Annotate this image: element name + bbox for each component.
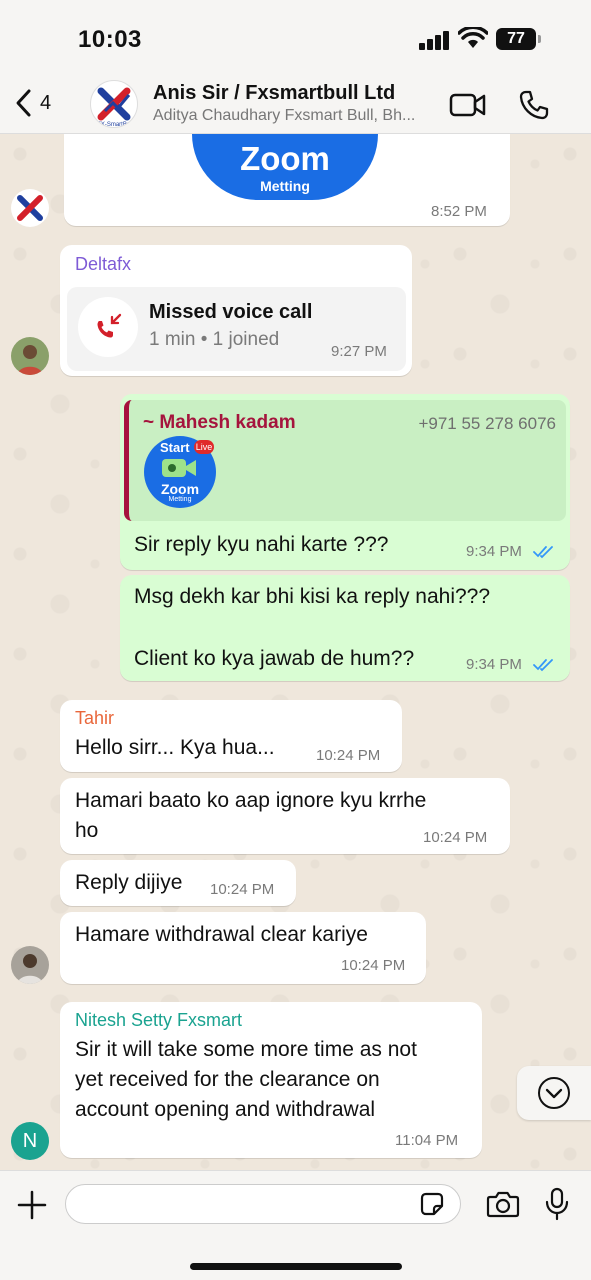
message-timestamp: 10:24 PM (341, 957, 406, 974)
message-timestamp: 9:27 PM (331, 343, 387, 360)
status-time: 10:03 (78, 26, 142, 53)
thumb-title: Zoom (160, 481, 200, 497)
zoom-camera-icon (162, 459, 196, 477)
thumb-live-badge: Live (194, 440, 214, 454)
message-timestamp: 10:24 PM (210, 881, 275, 898)
message-timestamp: 9:34 PM (466, 543, 522, 560)
scroll-to-bottom-button[interactable] (517, 1066, 591, 1120)
call-title: Missed voice call (149, 301, 313, 323)
person-photo-icon (17, 345, 43, 375)
sender-name: Nitesh Setty Fxsmart (75, 1010, 243, 1030)
message-text-line3: account opening and withdrawal (75, 1098, 376, 1121)
sender-avatar[interactable] (11, 946, 49, 984)
video-call-icon[interactable] (449, 91, 487, 119)
logo-text: FX-SmartBull (97, 122, 133, 128)
home-indicator (190, 1263, 402, 1270)
message-timestamp: 10:24 PM (316, 747, 381, 764)
message-text: Hello sirr... Kya hua... (75, 736, 275, 759)
status-bar: 10:03 77 (0, 0, 591, 78)
missed-call-icon-bg (78, 297, 138, 357)
message-timestamp: 8:52 PM (431, 203, 487, 220)
chevron-down-icon (538, 1077, 570, 1109)
message-text-line1: Sir it will take some more time as not (75, 1038, 417, 1061)
message-text: Reply dijiye (75, 871, 183, 894)
message-text-line2: Client ko kya jawab de hum?? (134, 647, 415, 670)
plus-icon[interactable] (16, 1189, 48, 1221)
zoom-title: Zoom (240, 140, 330, 177)
message-input[interactable] (65, 1184, 461, 1224)
chat-header: 4 FX-SmartBull Anis Sir / Fxsmartbull Lt… (0, 78, 591, 134)
zoom-thumbnail: Start Live Zoom Metting (144, 436, 216, 508)
message-composer (0, 1170, 591, 1280)
back-chevron-icon (16, 89, 31, 117)
sender-name: Tahir (75, 708, 115, 728)
message-timestamp: 10:24 PM (423, 829, 488, 846)
message-text-line2: ho (75, 819, 99, 842)
call-detail: 1 min • 1 joined (149, 329, 280, 350)
wifi-icon (458, 27, 488, 48)
message-text: Sir reply kyu nahi karte ??? (134, 533, 389, 556)
message-text-line2: yet received for the clearance on (75, 1068, 380, 1091)
microphone-icon[interactable] (544, 1187, 570, 1221)
missed-call-card[interactable]: Missed voice call 1 min • 1 joined 9:27 … (67, 287, 406, 371)
camera-icon[interactable] (486, 1190, 520, 1218)
message-text: Hamare withdrawal clear kariye (75, 923, 368, 946)
chat-participants[interactable]: Aditya Chaudhary Fxsmart Bull, Bh... (153, 107, 438, 125)
message-text-line1: Msg dekh kar bhi kisi ka reply nahi??? (134, 585, 491, 608)
thumb-start: Start (160, 440, 190, 455)
fxsmartbull-logo-icon (17, 195, 43, 221)
thumb-sub: Metting (168, 496, 192, 503)
missed-call-icon (97, 313, 122, 338)
message-timestamp: 9:34 PM (466, 656, 522, 673)
zoom-subtitle: Metting (260, 178, 310, 194)
zoom-image[interactable]: Zoom Metting (192, 134, 378, 200)
sender-avatar[interactable] (11, 337, 49, 375)
battery-icon: 77 (496, 28, 541, 50)
message-text-line1: Hamari baato ko aap ignore kyu krrhe (75, 789, 427, 812)
sticker-icon[interactable] (418, 1190, 446, 1218)
double-tick-icon (533, 546, 553, 559)
message-timestamp: 11:04 PM (395, 1132, 459, 1149)
chat-title[interactable]: Anis Sir / Fxsmartbull Ltd (153, 82, 395, 105)
quote-author: ~ Mahesh kadam (143, 412, 296, 433)
quote-phone: +971 55 278 6076 (418, 414, 556, 433)
person-photo-icon (17, 954, 43, 984)
phone-icon[interactable] (518, 89, 550, 121)
group-avatar[interactable]: FX-SmartBull (90, 80, 138, 128)
back-button[interactable]: 4 (14, 88, 51, 118)
sender-avatar[interactable]: N (11, 1122, 49, 1160)
cellular-signal-icon (419, 30, 451, 50)
unread-count: 4 (40, 91, 52, 114)
sender-name: Deltafx (75, 254, 132, 274)
sender-avatar[interactable] (11, 189, 49, 227)
fxsmartbull-logo-icon: FX-SmartBull (97, 87, 133, 128)
double-tick-icon (533, 659, 553, 672)
quoted-message[interactable]: ~ Mahesh kadam +971 55 278 6076 Start Li… (124, 400, 566, 521)
